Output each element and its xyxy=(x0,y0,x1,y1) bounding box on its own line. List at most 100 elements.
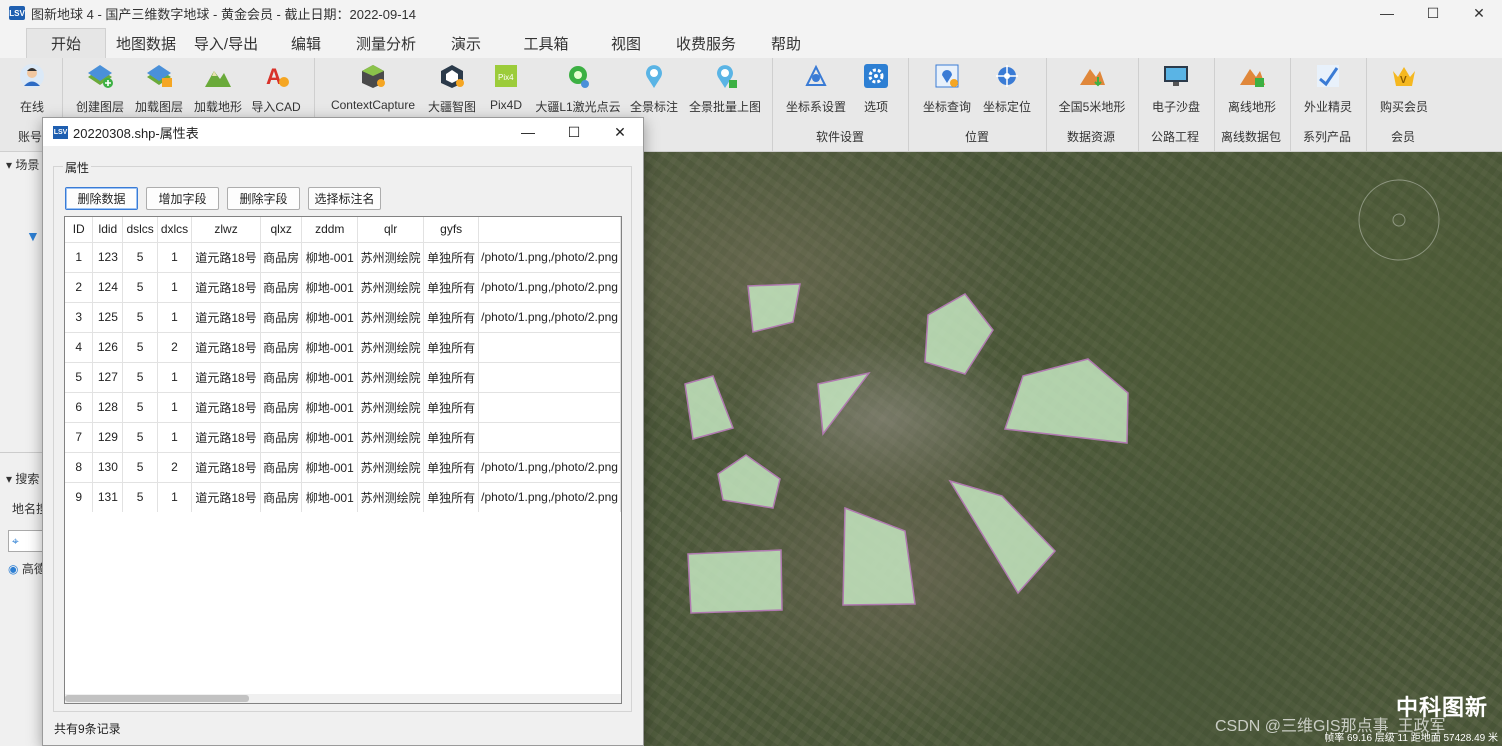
load-terrain-button[interactable]: 加载地形 xyxy=(190,60,246,116)
table-cell[interactable]: 3 xyxy=(65,301,94,332)
column-header[interactable]: zddm xyxy=(301,217,358,242)
table-cell[interactable]: 道元路18号 xyxy=(191,241,261,272)
table-cell[interactable]: /photo/1.png,/photo/2.png xyxy=(478,271,621,302)
maximize-button[interactable]: ☐ xyxy=(1410,0,1456,26)
table-cell[interactable]: 柳地-001 xyxy=(301,331,358,362)
collapse-arrow-icon[interactable]: ▾ xyxy=(6,158,15,172)
column-header[interactable] xyxy=(478,217,621,242)
table-cell[interactable] xyxy=(478,391,621,422)
table-cell[interactable]: /photo/1.png,/photo/2.png xyxy=(478,301,621,332)
table-cell[interactable]: 柳地-001 xyxy=(301,361,358,392)
table-cell[interactable]: 单独所有 xyxy=(423,451,480,482)
sand-table-button[interactable]: 电子沙盘 xyxy=(1146,60,1206,116)
table-row[interactable]: 6 128 5 1 道元路18号 商品房 柳地-001 苏州测绘院 单独所有 xyxy=(65,391,621,422)
table-cell[interactable]: 商品房 xyxy=(260,361,303,392)
table-cell[interactable]: 道元路18号 xyxy=(191,361,261,392)
table-cell[interactable]: 商品房 xyxy=(260,481,303,512)
coordinate-query-button[interactable]: 坐标查询 xyxy=(918,60,976,116)
panorama-batch-button[interactable]: 全景批量上图 xyxy=(684,60,766,116)
table-row[interactable]: 5 127 5 1 道元路18号 商品房 柳地-001 苏州测绘院 单独所有 xyxy=(65,361,621,392)
table-cell[interactable]: 2 xyxy=(157,331,193,362)
dialog-close-button[interactable]: ✕ xyxy=(597,118,643,146)
table-cell[interactable]: 柳地-001 xyxy=(301,421,358,452)
table-cell[interactable]: 9 xyxy=(65,481,94,512)
table-cell[interactable]: 商品房 xyxy=(260,451,303,482)
column-header[interactable]: ldid xyxy=(92,217,124,242)
parcel-polygon[interactable] xyxy=(842,506,916,606)
tab-measure[interactable]: 测量分析 xyxy=(348,28,424,58)
table-cell[interactable]: 5 xyxy=(122,481,158,512)
table-cell[interactable]: 1 xyxy=(157,361,193,392)
table-row[interactable]: 1 123 5 1 道元路18号 商品房 柳地-001 苏州测绘院 单独所有/photo/1.p… xyxy=(65,241,621,272)
table-cell[interactable]: 商品房 xyxy=(260,271,303,302)
tab-map-data[interactable]: 地图数据 xyxy=(112,28,180,58)
coordinate-locate-button[interactable]: 坐标定位 xyxy=(978,60,1036,116)
column-header[interactable]: gyfs xyxy=(423,217,480,242)
table-cell[interactable]: 131 xyxy=(92,481,124,512)
attribute-grid[interactable]: ID ldid dslcs dxlcs zlwz qlxz zddm qlr gyfs 1 123… xyxy=(64,216,622,704)
buy-membership-button[interactable]: V 购买会员 xyxy=(1374,60,1434,116)
column-header[interactable]: qlr xyxy=(357,217,425,242)
tab-paid-service[interactable]: 收费服务 xyxy=(668,28,744,58)
table-row[interactable]: 2 124 5 1 道元路18号 商品房 柳地-001 苏州测绘院 单独所有/photo/1.p… xyxy=(65,271,621,302)
tab-help[interactable]: 帮助 xyxy=(762,28,810,58)
table-cell[interactable]: 柳地-001 xyxy=(301,481,358,512)
table-cell[interactable]: 商品房 xyxy=(260,391,303,422)
table-cell[interactable]: 单独所有 xyxy=(423,421,480,452)
table-row[interactable]: 4 126 5 2 道元路18号 商品房 柳地-001 苏州测绘院 单独所有 xyxy=(65,331,621,362)
table-row[interactable]: 8 130 5 2 道元路18号 商品房 柳地-001 苏州测绘院 单独所有/photo/1.p… xyxy=(65,451,621,482)
table-cell[interactable] xyxy=(478,421,621,452)
load-layer-button[interactable]: 加载图层 xyxy=(130,60,188,116)
table-cell[interactable]: 1 xyxy=(157,391,193,422)
table-cell[interactable]: 5 xyxy=(122,241,158,272)
table-cell[interactable]: 苏州测绘院 xyxy=(357,361,425,392)
parcel-polygon[interactable] xyxy=(924,293,994,375)
table-cell[interactable]: 道元路18号 xyxy=(191,421,261,452)
table-cell[interactable] xyxy=(478,361,621,392)
table-cell[interactable]: 130 xyxy=(92,451,124,482)
table-cell[interactable]: 6 xyxy=(65,391,94,422)
table-cell[interactable]: /photo/1.png,/photo/2.png xyxy=(478,241,621,272)
table-cell[interactable]: 苏州测绘院 xyxy=(357,301,425,332)
parcel-polygon[interactable] xyxy=(948,479,1057,595)
table-cell[interactable]: 5 xyxy=(122,421,158,452)
table-cell[interactable]: 4 xyxy=(65,331,94,362)
delete-field-button[interactable]: 删除字段 xyxy=(227,187,300,210)
table-cell[interactable]: 5 xyxy=(65,361,94,392)
table-cell[interactable]: 123 xyxy=(92,241,124,272)
add-field-button[interactable]: 增加字段 xyxy=(146,187,219,210)
tab-view[interactable]: 视图 xyxy=(600,28,652,58)
minimize-button[interactable]: — xyxy=(1364,0,1410,26)
table-cell[interactable]: 柳地-001 xyxy=(301,241,358,272)
radio-selected-icon[interactable]: ◉ xyxy=(8,562,18,576)
table-cell[interactable]: 2 xyxy=(65,271,94,302)
table-cell[interactable]: 126 xyxy=(92,331,124,362)
create-layer-button[interactable]: 创建图层 xyxy=(70,60,130,116)
table-cell[interactable]: 苏州测绘院 xyxy=(357,241,425,272)
table-cell[interactable]: 柳地-001 xyxy=(301,391,358,422)
tab-toolbox[interactable]: 工具箱 xyxy=(516,28,576,58)
table-cell[interactable]: 苏州测绘院 xyxy=(357,451,425,482)
table-row[interactable]: 7 129 5 1 道元路18号 商品房 柳地-001 苏州测绘院 单独所有 xyxy=(65,421,621,452)
offline-terrain-button[interactable]: 离线地形 xyxy=(1222,60,1282,116)
parcel-polygon[interactable] xyxy=(684,375,734,440)
table-cell[interactable] xyxy=(478,331,621,362)
tab-edit[interactable]: 编辑 xyxy=(278,28,334,58)
table-cell[interactable]: 苏州测绘院 xyxy=(357,481,425,512)
dji-terra-button[interactable]: 大疆智图 xyxy=(424,60,480,116)
table-cell[interactable]: 柳地-001 xyxy=(301,301,358,332)
table-cell[interactable]: 单独所有 xyxy=(423,301,480,332)
tab-start[interactable]: 开始 xyxy=(26,28,106,58)
table-cell[interactable]: 2 xyxy=(157,451,193,482)
table-cell[interactable]: 5 xyxy=(122,271,158,302)
compass-widget[interactable] xyxy=(1358,179,1440,261)
parcel-polygon[interactable] xyxy=(817,371,871,436)
table-cell[interactable]: 129 xyxy=(92,421,124,452)
table-cell[interactable]: 道元路18号 xyxy=(191,391,261,422)
table-cell[interactable]: 单独所有 xyxy=(423,241,480,272)
table-cell[interactable]: 1 xyxy=(65,241,94,272)
dialog-maximize-button[interactable]: ☐ xyxy=(551,118,597,146)
table-cell[interactable]: 单独所有 xyxy=(423,331,480,362)
table-cell[interactable]: 商品房 xyxy=(260,331,303,362)
table-cell[interactable]: 5 xyxy=(122,391,158,422)
